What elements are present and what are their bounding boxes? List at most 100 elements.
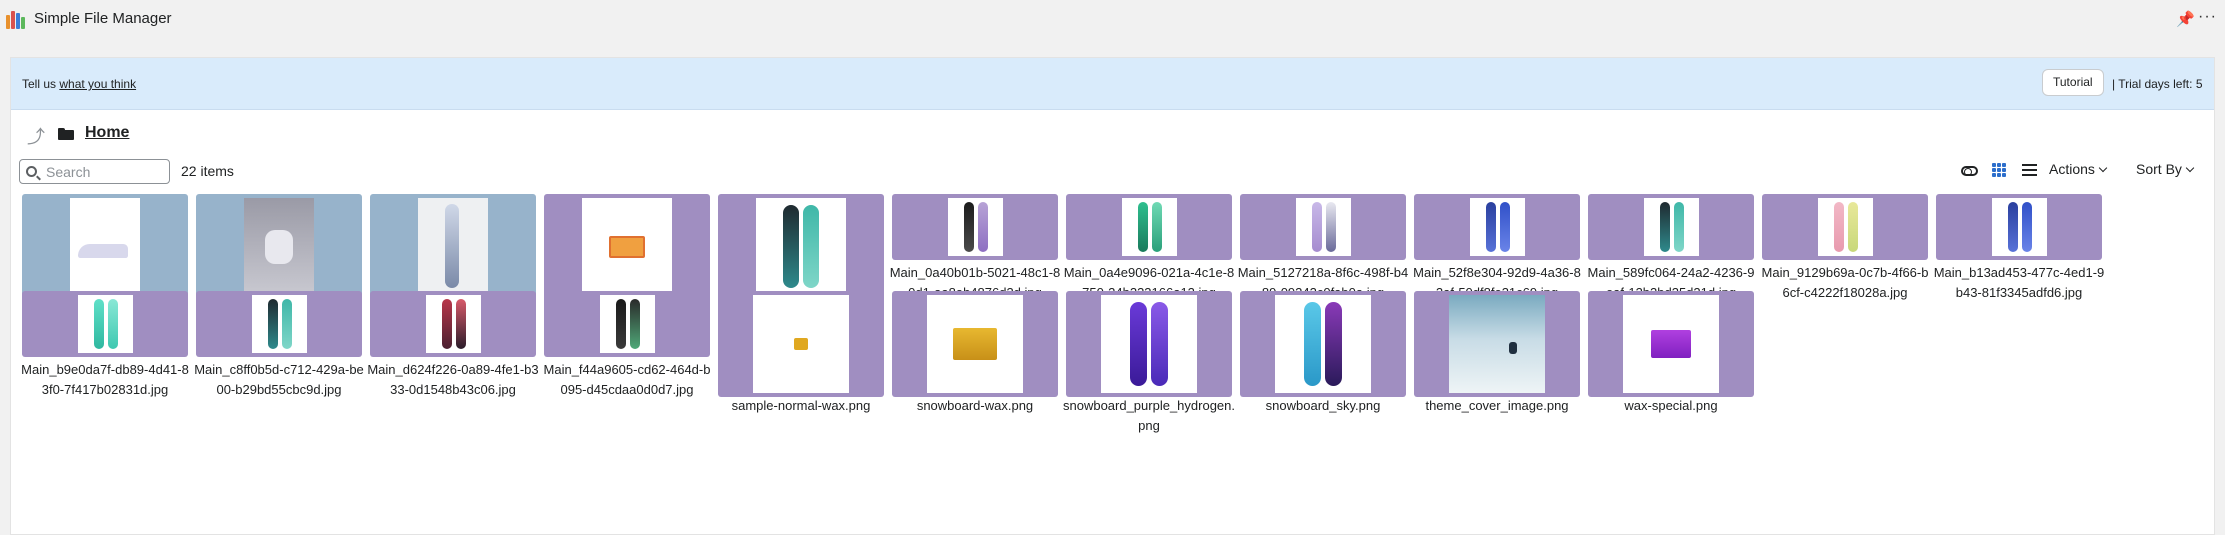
snowboard-shape <box>783 205 799 288</box>
snowboard-shape <box>1834 202 1844 252</box>
thumbnail-frame <box>196 194 362 297</box>
thumbnail-frame <box>892 291 1058 397</box>
file-name: Main_b9e0da7f-db89-4d41-83f0-7f417b02831… <box>21 362 189 397</box>
grid-view-icon[interactable] <box>1992 163 2006 177</box>
snowboard-shape <box>1660 202 1670 252</box>
actions-label: Actions <box>2049 161 2095 177</box>
snowboard-shape <box>442 299 452 349</box>
thumbnail-frame <box>1240 291 1406 397</box>
file-thumbnail <box>78 295 133 353</box>
arrow-up-icon[interactable]: ⤴ <box>27 123 45 149</box>
main-content: Tell us what you think Tutorial | Trial … <box>10 57 2215 535</box>
snowboard-shape <box>94 299 104 349</box>
snowboard-shape <box>1486 202 1496 252</box>
file-thumbnail <box>1623 295 1719 393</box>
file-thumbnail <box>1296 198 1351 256</box>
horse-shape <box>265 230 293 264</box>
file-thumbnail <box>1449 295 1545 393</box>
snowboard-shape <box>1674 202 1684 252</box>
snowboard-shape <box>2008 202 2018 252</box>
list-view-icon[interactable] <box>2022 164 2037 177</box>
snowboard-shape <box>1304 302 1321 386</box>
file-thumbnail <box>927 295 1023 393</box>
thumbnail-frame <box>1240 194 1406 260</box>
more-options-icon[interactable]: ··· <box>2198 8 2217 26</box>
snowboard-shape <box>1312 202 1322 252</box>
snowboard-shape <box>456 299 466 349</box>
shoe-shape <box>78 244 128 258</box>
wax-bar-shape <box>794 338 808 350</box>
file-thumbnail <box>244 198 314 294</box>
file-name: Main_9129b69a-0c7b-4f66-b6cf-c4222f18028… <box>1761 265 1929 300</box>
sort-label: Sort By <box>2136 161 2182 177</box>
app-title: Simple File Manager <box>34 10 172 27</box>
thumbnail-frame <box>1414 194 1580 260</box>
thumbnail-frame <box>1588 291 1754 397</box>
file-thumbnail <box>1992 198 2047 256</box>
breadcrumb-home[interactable]: Home <box>85 124 129 142</box>
file-name: sample-normal-wax.png <box>731 398 871 413</box>
search-field[interactable] <box>19 159 170 184</box>
snowboard-shape <box>1151 302 1168 386</box>
file-thumbnail <box>252 295 307 353</box>
thumbnail-frame <box>370 194 536 297</box>
snowboarder-shape <box>1508 342 1517 355</box>
file-thumbnail <box>582 198 672 294</box>
file-name: snowboard_sky.png <box>1265 398 1381 413</box>
gift-card-shape <box>609 236 645 258</box>
file-name: Main_f44a9605-cd62-464d-b095-d45cdaa0d0d… <box>543 362 711 397</box>
thumbnail-frame <box>1588 194 1754 260</box>
file-thumbnail <box>1101 295 1197 393</box>
file-name: wax-special.png <box>1624 398 1718 413</box>
chevron-down-icon <box>2098 163 2108 173</box>
thumbnail-frame <box>1066 291 1232 397</box>
thumbnail-frame <box>370 291 536 357</box>
file-thumbnail <box>1122 198 1177 256</box>
search-input[interactable] <box>46 163 166 181</box>
file-thumbnail <box>600 295 655 353</box>
thumbnail-frame <box>718 291 884 397</box>
file-name: snowboard-wax.png <box>916 398 1034 413</box>
search-icon <box>26 166 37 177</box>
file-thumbnail <box>426 295 481 353</box>
thumbnail-frame <box>1066 194 1232 260</box>
snowboard-shape <box>1138 202 1148 252</box>
snowboard-shape <box>978 202 988 252</box>
snowboard-shape <box>1152 202 1162 252</box>
snowboard-shape <box>1500 202 1510 252</box>
thumbnail-frame <box>22 194 188 297</box>
thumbnail-frame <box>544 194 710 297</box>
banner-prefix: Tell us <box>22 77 60 91</box>
snowboard-shape <box>803 205 819 288</box>
file-thumbnail <box>70 198 140 294</box>
toggle-select-icon[interactable] <box>1961 166 1978 176</box>
thumbnail-frame <box>718 194 884 297</box>
snowboard-shape <box>2022 202 2032 252</box>
thumbnail-frame <box>1414 291 1580 397</box>
file-name: Main_c8ff0b5d-c712-429a-be00-b29bd55cbc9… <box>194 362 364 397</box>
file-thumbnail <box>756 198 846 294</box>
wax-bar-shape <box>953 328 997 360</box>
item-count: 22 items <box>181 163 234 179</box>
file-name: snowboard_purple_hydrogen.png <box>1062 398 1235 433</box>
actions-dropdown[interactable]: Actions <box>2049 161 2108 177</box>
snowboard-shape <box>1326 202 1336 252</box>
chevron-down-icon <box>2185 163 2195 173</box>
file-name: Main_b13ad453-477c-4ed1-9b43-81f3345adfd… <box>1933 265 2105 300</box>
snowboard-shape <box>268 299 278 349</box>
file-thumbnail <box>1644 198 1699 256</box>
sort-by-dropdown[interactable]: Sort By <box>2136 161 2195 177</box>
snowboard-shape <box>616 299 626 349</box>
snowboard-shape <box>1130 302 1147 386</box>
folder-icon <box>58 128 74 140</box>
feedback-banner: Tell us what you think Tutorial | Trial … <box>11 58 2214 110</box>
feedback-link[interactable]: what you think <box>59 77 136 91</box>
tutorial-button[interactable]: Tutorial <box>2042 69 2104 96</box>
thumbnail-frame <box>892 194 1058 260</box>
file-name: theme_cover_image.png <box>1425 398 1569 413</box>
file-thumbnail <box>948 198 1003 256</box>
snowboard-shape <box>1325 302 1342 386</box>
snowboard-shape <box>964 202 974 252</box>
app-bar: Simple File Manager 📌 ··· <box>0 0 2225 38</box>
pin-icon[interactable]: 📌 <box>2176 10 2195 28</box>
